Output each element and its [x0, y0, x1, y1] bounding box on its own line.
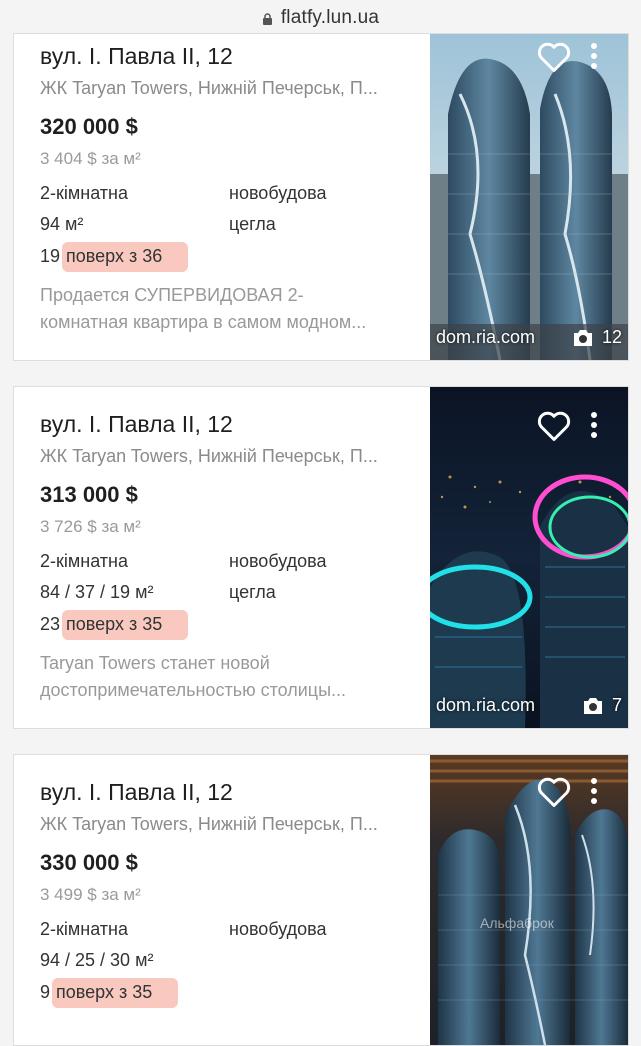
heart-icon[interactable]: [536, 409, 572, 443]
camera-icon: [573, 329, 592, 346]
listing-building-type: новобудова: [229, 919, 327, 939]
photo-count-value: 7: [611, 695, 622, 715]
listing-wall-material: цегла: [229, 582, 276, 602]
listing-address[interactable]: вул. І. Павла II, 12: [40, 43, 233, 70]
listing-card[interactable]: вул. І. Павла II, 12 ЖК Taryan Towers, Н…: [13, 33, 629, 361]
listing-complex: ЖК Taryan Towers, Нижній Печерськ, П...: [40, 446, 378, 466]
floor-total-highlight: поверх з 35: [62, 610, 189, 640]
heart-icon[interactable]: [536, 40, 572, 74]
browser-url-bar[interactable]: flatfy.lun.ua: [0, 0, 641, 36]
listing-area: 94 м²: [40, 214, 84, 234]
listing-photo[interactable]: Альфаброк: [430, 755, 628, 1045]
heart-icon[interactable]: [536, 775, 572, 809]
listing-price: 313 000 $: [40, 482, 138, 507]
camera-icon: [583, 697, 602, 714]
url-text: flatfy.lun.ua: [280, 7, 380, 28]
floor-number: 9: [40, 982, 51, 1002]
listing-building-type: новобудова: [229, 551, 327, 571]
listing-rooms: 2-кімнатна: [40, 183, 129, 203]
photo-watermark: Альфаброк: [480, 915, 554, 931]
listing-complex: ЖК Taryan Towers, Нижній Печерськ, П...: [40, 814, 378, 834]
listing-floor: 9 поверх з 35: [40, 978, 179, 1008]
listing-card[interactable]: вул. І. Павла II, 12 ЖК Taryan Towers, Н…: [13, 754, 629, 1046]
floor-number: 23: [40, 614, 61, 634]
listing-price-per-sqm: 3 499 $ за м²: [40, 885, 141, 904]
listing-floor: 19 поверх з 36: [40, 242, 189, 272]
floor-total-highlight: поверх з 36: [62, 242, 189, 272]
photo-source: dom.ria.com: [436, 327, 536, 347]
photo-count: 12: [572, 327, 622, 348]
listing-rooms: 2-кімнатна: [40, 551, 129, 571]
photo-count: 7: [582, 695, 622, 716]
listing-price: 320 000 $: [40, 114, 138, 139]
photo-towers-render: [430, 755, 628, 1045]
photo-count-value: 12: [601, 327, 622, 347]
photo-towers-night: [430, 387, 628, 728]
listing-description: Taryan Towers станет новой достопримечат…: [40, 650, 425, 704]
listing-price-per-sqm: 3 726 $ за м²: [40, 517, 141, 536]
listing-wall-material: цегла: [229, 214, 276, 234]
listing-area: 84 / 37 / 19 м²: [40, 582, 154, 602]
listing-price-per-sqm: 3 404 $ за м²: [40, 149, 141, 168]
floor-total-highlight: поверх з 35: [52, 978, 179, 1008]
photo-towers-day: [430, 34, 628, 360]
listing-address[interactable]: вул. І. Павла II, 12: [40, 779, 233, 806]
description-line: Taryan Towers станет новой: [40, 653, 270, 673]
lock-icon: [262, 13, 272, 25]
listing-photo[interactable]: dom.ria.com 12: [430, 34, 628, 360]
listing-complex: ЖК Taryan Towers, Нижній Печерськ, П...: [40, 78, 378, 98]
more-vertical-icon[interactable]: [590, 42, 598, 70]
more-vertical-icon[interactable]: [590, 411, 598, 439]
listing-card[interactable]: вул. І. Павла II, 12 ЖК Taryan Towers, Н…: [13, 386, 629, 729]
listing-area: 94 / 25 / 30 м²: [40, 950, 154, 970]
description-line: Продается СУПЕРВИДОВАЯ 2-: [40, 285, 304, 305]
description-line: достопримечательностью столицы...: [40, 680, 347, 700]
floor-number: 19: [40, 246, 61, 266]
listing-photo[interactable]: dom.ria.com 7: [430, 387, 628, 728]
photo-source: dom.ria.com: [436, 695, 536, 715]
listing-rooms: 2-кімнатна: [40, 919, 129, 939]
listing-building-type: новобудова: [229, 183, 327, 203]
more-vertical-icon[interactable]: [590, 777, 598, 805]
listing-description: Продается СУПЕРВИДОВАЯ 2- комнатная квар…: [40, 282, 425, 336]
description-line: комнатная квартира в самом модном...: [40, 312, 367, 332]
listing-address[interactable]: вул. І. Павла II, 12: [40, 411, 233, 438]
listing-price: 330 000 $: [40, 850, 138, 875]
listing-floor: 23 поверх з 35: [40, 610, 189, 640]
